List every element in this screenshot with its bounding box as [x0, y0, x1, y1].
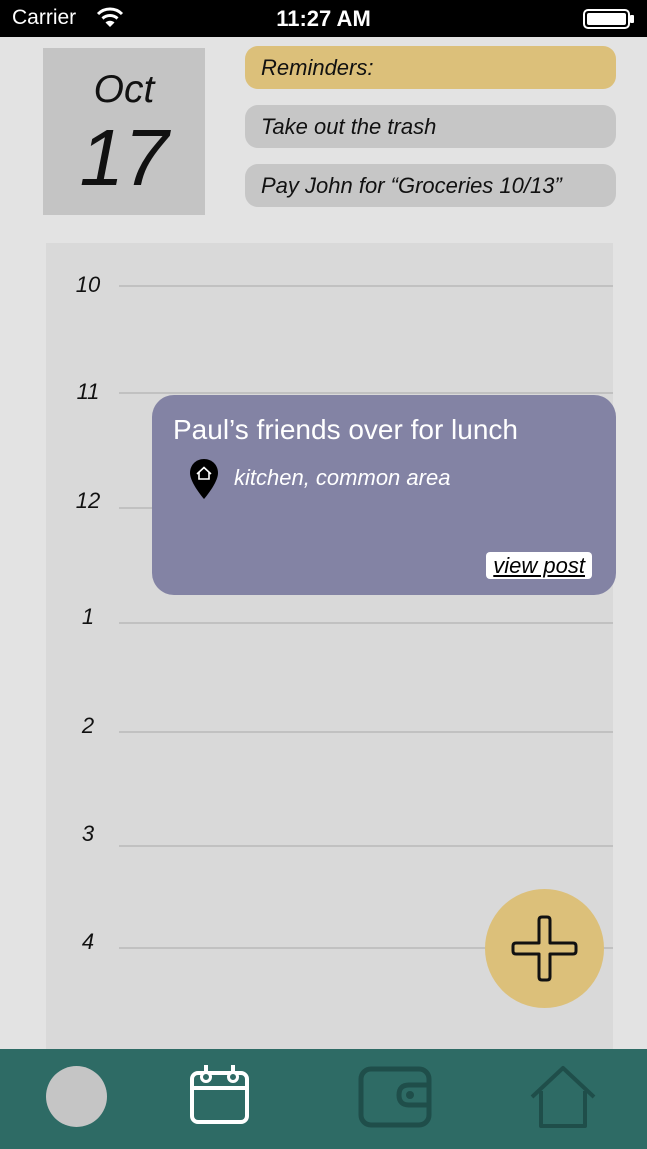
hour-divider [119, 622, 613, 624]
hour-label: 1 [81, 604, 95, 629]
event-title: Paul’s friends over for lunch [173, 414, 518, 445]
event-location: kitchen, common area [234, 465, 451, 490]
wallet-icon[interactable] [357, 1065, 435, 1134]
hour-divider [119, 392, 613, 394]
add-event-button[interactable] [485, 889, 604, 1008]
hour-label: 4 [81, 929, 95, 954]
calendar-icon[interactable] [188, 1063, 251, 1131]
event-card[interactable]: Paul’s friends over for lunch kitchen, c… [152, 395, 616, 595]
home-location-pin-icon [189, 458, 219, 505]
battery-icon [583, 9, 635, 34]
home-icon[interactable] [529, 1065, 597, 1134]
date-month: Oct [93, 68, 155, 111]
status-bar: Carrier 11:27 AM [0, 0, 647, 37]
hour-label: 2 [81, 713, 95, 738]
reminders-header: Reminders: [245, 46, 616, 89]
hour-label: 11 [76, 379, 100, 404]
bottom-nav [0, 1049, 647, 1149]
avatar[interactable] [46, 1066, 107, 1127]
view-post-link[interactable]: view post [486, 552, 592, 579]
carrier-label: Carrier [12, 6, 77, 29]
hour-label: 12 [75, 488, 101, 513]
date-day: 17 [79, 113, 169, 202]
reminder-item[interactable]: Take out the trash [245, 105, 616, 148]
hour-label: 3 [81, 821, 95, 846]
wifi-icon [96, 6, 124, 33]
hour-divider [119, 285, 613, 287]
hour-divider [119, 845, 613, 847]
hour-divider [119, 731, 613, 733]
reminder-item[interactable]: Pay John for “Groceries 10/13” [245, 164, 616, 207]
plus-icon [511, 915, 578, 982]
hour-label: 10 [75, 272, 101, 297]
date-tile: Oct 17 [43, 48, 205, 215]
